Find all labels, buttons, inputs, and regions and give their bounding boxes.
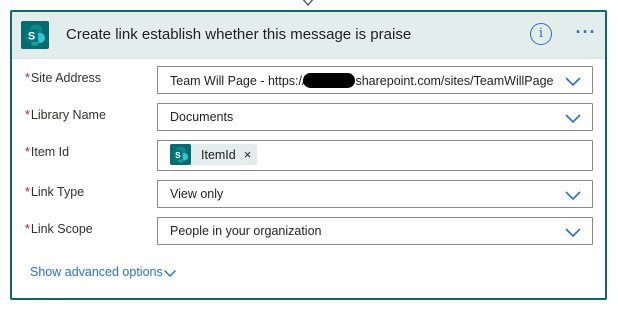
chevron-down-icon[interactable] — [564, 189, 582, 201]
redaction-mark — [303, 73, 356, 88]
library-name-label: *Library Name — [25, 108, 106, 122]
required-marker: * — [25, 108, 30, 122]
required-marker: * — [25, 145, 30, 159]
item-id-input[interactable]: S ItemId × — [157, 140, 593, 171]
field-site-address: *Site Address Team Will Page - https://s… — [12, 64, 605, 94]
flow-connector-arrow-icon — [302, 0, 314, 7]
link-type-label: *Link Type — [25, 185, 85, 199]
more-options-icon[interactable]: ··· — [574, 23, 598, 45]
sharepoint-logo-icon: S — [170, 144, 191, 165]
link-scope-value: People in your organization — [170, 224, 322, 238]
link-scope-dropdown[interactable]: People in your organization — [157, 217, 593, 245]
library-name-dropdown[interactable]: Documents — [157, 103, 593, 131]
site-address-dropdown[interactable]: Team Will Page - https://sharepoint.com/… — [157, 66, 593, 94]
chevron-down-icon[interactable] — [564, 75, 582, 87]
field-link-type: *Link Type View only — [12, 178, 605, 208]
svg-text:S: S — [28, 31, 35, 43]
chevron-down-icon[interactable] — [564, 226, 582, 238]
link-type-dropdown[interactable]: View only — [157, 180, 593, 208]
required-marker: * — [25, 185, 30, 199]
info-icon[interactable]: i — [530, 23, 552, 45]
link-scope-label: *Link Scope — [25, 222, 93, 236]
dynamic-content-token[interactable]: S ItemId × — [170, 144, 258, 165]
action-card: S Create link establish whether this mes… — [10, 10, 607, 300]
show-advanced-options-link[interactable]: Show advanced options — [30, 265, 163, 279]
required-marker: * — [25, 222, 30, 236]
field-item-id: *Item Id S ItemId × — [12, 138, 605, 172]
sharepoint-logo-icon: S — [21, 21, 49, 49]
library-name-value: Documents — [170, 110, 234, 124]
link-type-value: View only — [170, 187, 224, 201]
field-library-name: *Library Name Documents — [12, 101, 605, 131]
site-address-value: Team Will Page - https://sharepoint.com/… — [170, 73, 554, 88]
card-title: Create link establish whether this messa… — [66, 26, 412, 43]
site-address-label: *Site Address — [25, 71, 102, 85]
chevron-down-icon[interactable] — [564, 112, 582, 124]
token-label: ItemId — [201, 147, 236, 162]
chevron-down-icon[interactable] — [163, 269, 177, 278]
required-marker: * — [25, 71, 30, 85]
field-link-scope: *Link Scope People in your organization — [12, 215, 605, 245]
item-id-label: *Item Id — [25, 145, 70, 159]
remove-token-icon[interactable]: × — [244, 148, 252, 161]
card-header[interactable]: S Create link establish whether this mes… — [12, 12, 605, 59]
svg-text:S: S — [175, 151, 181, 160]
